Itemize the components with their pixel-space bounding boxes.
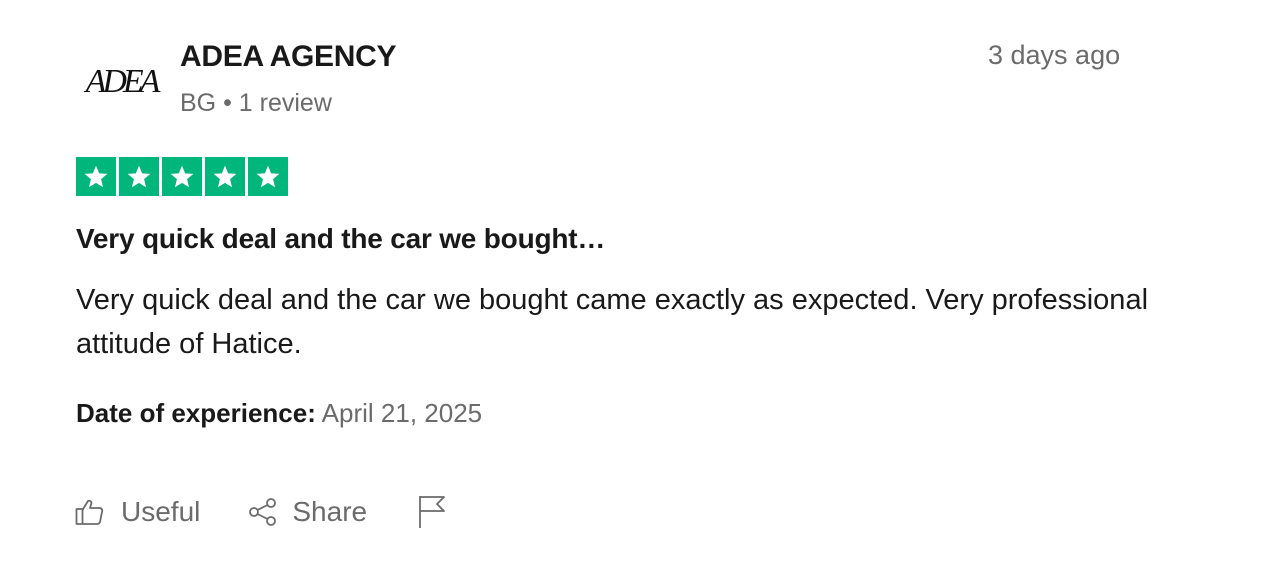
useful-label: Useful xyxy=(121,496,201,527)
star-3 xyxy=(162,157,202,196)
reviewer-meta: BG • 1 review xyxy=(180,89,332,118)
review-posted-time: 3 days ago xyxy=(988,40,1121,70)
share-button[interactable]: Share xyxy=(248,496,367,528)
share-label: Share xyxy=(292,496,368,527)
useful-button[interactable]: Useful xyxy=(75,496,200,528)
report-button[interactable] xyxy=(417,494,447,530)
date-of-experience: Date of experience: April 21, 2025 xyxy=(76,398,482,429)
reviewer-country: BG xyxy=(180,89,217,117)
experience-date: April 21, 2025 xyxy=(321,398,483,428)
thumbs-up-icon xyxy=(75,499,104,525)
star-5 xyxy=(248,157,288,196)
experience-label: Date of experience: xyxy=(76,398,316,428)
flag-icon xyxy=(419,496,445,528)
star-rating xyxy=(76,157,288,196)
adea-logo-icon: ADEA xyxy=(84,63,162,100)
star-4 xyxy=(205,157,245,196)
reviewer-review-count: 1 review xyxy=(238,89,332,117)
reviewer-name[interactable]: ADEA AGENCY xyxy=(180,40,396,74)
avatar-text: ADEA xyxy=(84,63,161,100)
star-icon xyxy=(256,165,280,187)
review-body: Very quick deal and the car we bought ca… xyxy=(76,284,1149,360)
review-card: ADEA ADEA AGENCY BG • 1 review 3 days ag… xyxy=(0,0,1270,582)
star-icon xyxy=(213,165,237,187)
star-icon xyxy=(84,165,108,187)
review-actions: Useful Share xyxy=(75,494,447,530)
star-icon xyxy=(170,165,194,187)
share-icon xyxy=(249,498,277,526)
star-1 xyxy=(76,157,116,196)
star-icon xyxy=(127,165,151,187)
review-title[interactable]: Very quick deal and the car we bought… xyxy=(76,223,605,255)
reviewer-avatar[interactable]: ADEA xyxy=(80,58,162,102)
meta-separator: • xyxy=(223,89,232,117)
star-2 xyxy=(119,157,159,196)
